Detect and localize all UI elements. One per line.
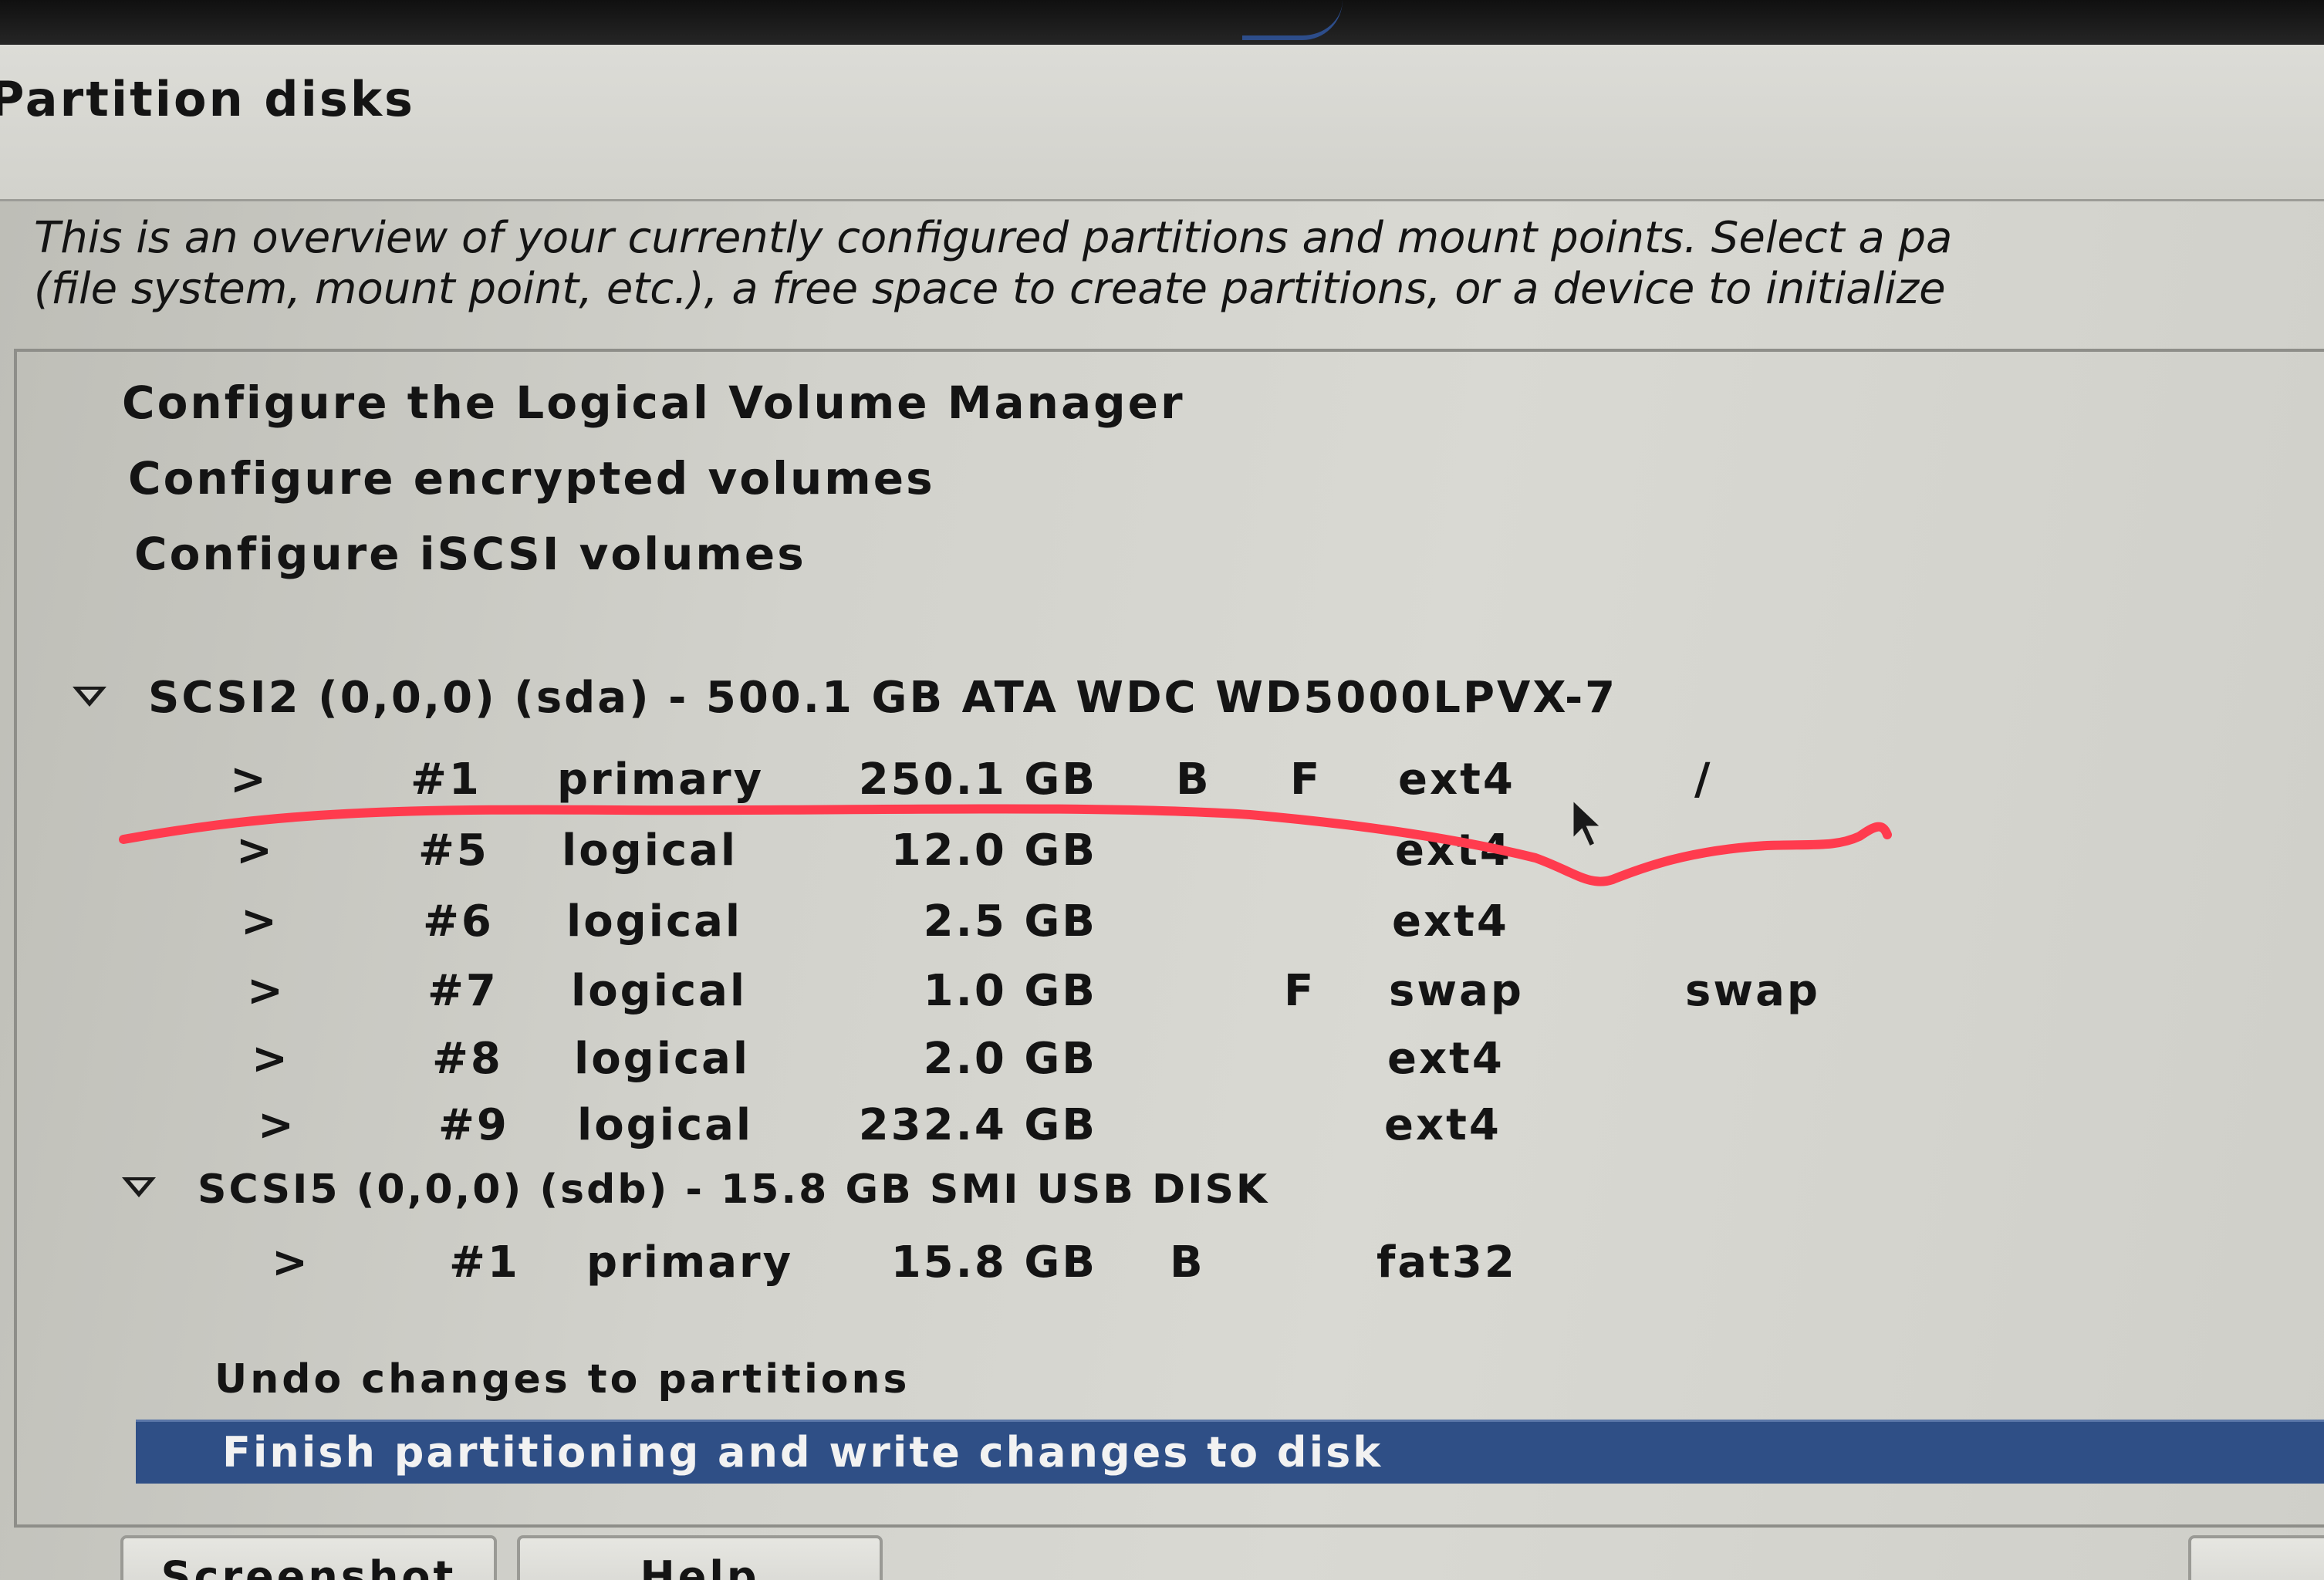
continue-button[interactable] — [2188, 1535, 2324, 1580]
filesystem: ext4 — [1384, 1100, 1501, 1150]
disk-row-sdb[interactable]: SCSI5 (0,0,0) (sdb) - 15.8 GB SMI USB DI… — [198, 1166, 1269, 1213]
partition-row-sda5[interactable]: > #5 logical 12.0 GB ext4 — [0, 825, 1929, 887]
mouse-pointer-icon — [1571, 798, 1605, 849]
disk-row-sda[interactable]: SCSI2 (0,0,0) (sda) - 500.1 GB ATA WDC W… — [148, 673, 1617, 723]
partition-size: 2.5 GB — [923, 896, 1097, 947]
intro-line-1: This is an overview of your currently co… — [34, 213, 1953, 263]
installer-screen: Partition disks This is an overview of y… — [0, 0, 2324, 1580]
menu-item-configure-lvm[interactable]: Configure the Logical Volume Manager — [122, 376, 1185, 429]
partition-row-sda7[interactable]: > #7 logical 1.0 GB F swap swap — [0, 966, 1929, 1028]
expand-arrow-icon: > — [252, 1034, 290, 1084]
help-button[interactable]: Help — [517, 1535, 883, 1580]
collapse-triangle-icon[interactable] — [73, 687, 106, 707]
expand-arrow-icon: > — [236, 825, 275, 876]
finish-partitioning-item[interactable]: Finish partitioning and write changes to… — [136, 1420, 2324, 1484]
partition-type: logical — [574, 1034, 751, 1084]
screenshot-button[interactable]: Screenshot — [120, 1535, 497, 1580]
partition-row-sda9[interactable]: > #9 logical 232.4 GB ext4 — [0, 1100, 1929, 1162]
partition-size: 12.0 GB — [890, 825, 1097, 876]
partition-number: #9 — [438, 1100, 509, 1150]
partition-number: #7 — [427, 966, 498, 1016]
undo-changes-item[interactable]: Undo changes to partitions — [214, 1356, 910, 1403]
partition-type: logical — [571, 966, 748, 1016]
bezel-reflection — [1242, 0, 1343, 40]
screenshot-button-label: Screenshot — [160, 1552, 457, 1580]
partition-row-sda6[interactable]: > #6 logical 2.5 GB ext4 — [0, 896, 1929, 958]
expand-arrow-icon: > — [247, 966, 285, 1016]
expand-arrow-icon: > — [241, 896, 279, 947]
partition-type: logical — [577, 1100, 754, 1150]
partition-row-sdb1[interactable]: > #1 primary 15.8 GB B fat32 — [0, 1237, 1929, 1299]
partition-number: #8 — [432, 1034, 503, 1084]
filesystem: ext4 — [1398, 755, 1515, 805]
filesystem: swap — [1389, 966, 1524, 1016]
partition-size: 250.1 GB — [858, 755, 1097, 805]
partition-number: #5 — [418, 825, 489, 876]
page-title: Partition disks — [0, 71, 415, 127]
partition-type: primary — [586, 1237, 794, 1288]
filesystem: ext4 — [1392, 896, 1509, 947]
intro-line-2: (file system, mount point, etc.), a free… — [34, 264, 1946, 314]
menu-item-configure-iscsi[interactable]: Configure iSCSI volumes — [134, 528, 806, 580]
mount-point: swap — [1685, 966, 1820, 1016]
partition-type: logical — [562, 825, 738, 876]
partition-row-sda1[interactable]: > #1 primary 250.1 GB B F ext4 / — [0, 755, 1929, 816]
expand-arrow-icon: > — [272, 1237, 310, 1288]
partition-size: 232.4 GB — [858, 1100, 1097, 1150]
bootable-flag: B — [1176, 755, 1211, 805]
filesystem: ext4 — [1387, 1034, 1505, 1084]
format-flag: F — [1284, 966, 1316, 1016]
expand-arrow-icon: > — [230, 755, 269, 805]
partition-size: 2.0 GB — [923, 1034, 1097, 1084]
mount-point: / — [1694, 755, 1713, 805]
partition-type: logical — [566, 896, 743, 947]
collapse-triangle-icon[interactable] — [122, 1177, 156, 1197]
filesystem: fat32 — [1376, 1237, 1517, 1288]
finish-partitioning-label: Finish partitioning and write changes to… — [222, 1428, 1383, 1477]
format-flag: F — [1290, 755, 1322, 805]
menu-item-configure-encrypted[interactable]: Configure encrypted volumes — [128, 452, 935, 505]
intro-text: This is an overview of your currently co… — [34, 213, 2324, 315]
bootable-flag: B — [1170, 1237, 1205, 1288]
partition-row-sda8[interactable]: > #8 logical 2.0 GB ext4 — [0, 1034, 1929, 1096]
partition-number: #6 — [423, 896, 494, 947]
partition-type: primary — [557, 755, 765, 805]
partition-size: 15.8 GB — [890, 1237, 1097, 1288]
partition-number: #1 — [410, 755, 481, 805]
partition-size: 1.0 GB — [923, 966, 1097, 1016]
partition-number: #1 — [449, 1237, 520, 1288]
filesystem: ext4 — [1395, 825, 1512, 876]
help-button-label: Help — [640, 1552, 760, 1580]
expand-arrow-icon: > — [258, 1100, 296, 1150]
